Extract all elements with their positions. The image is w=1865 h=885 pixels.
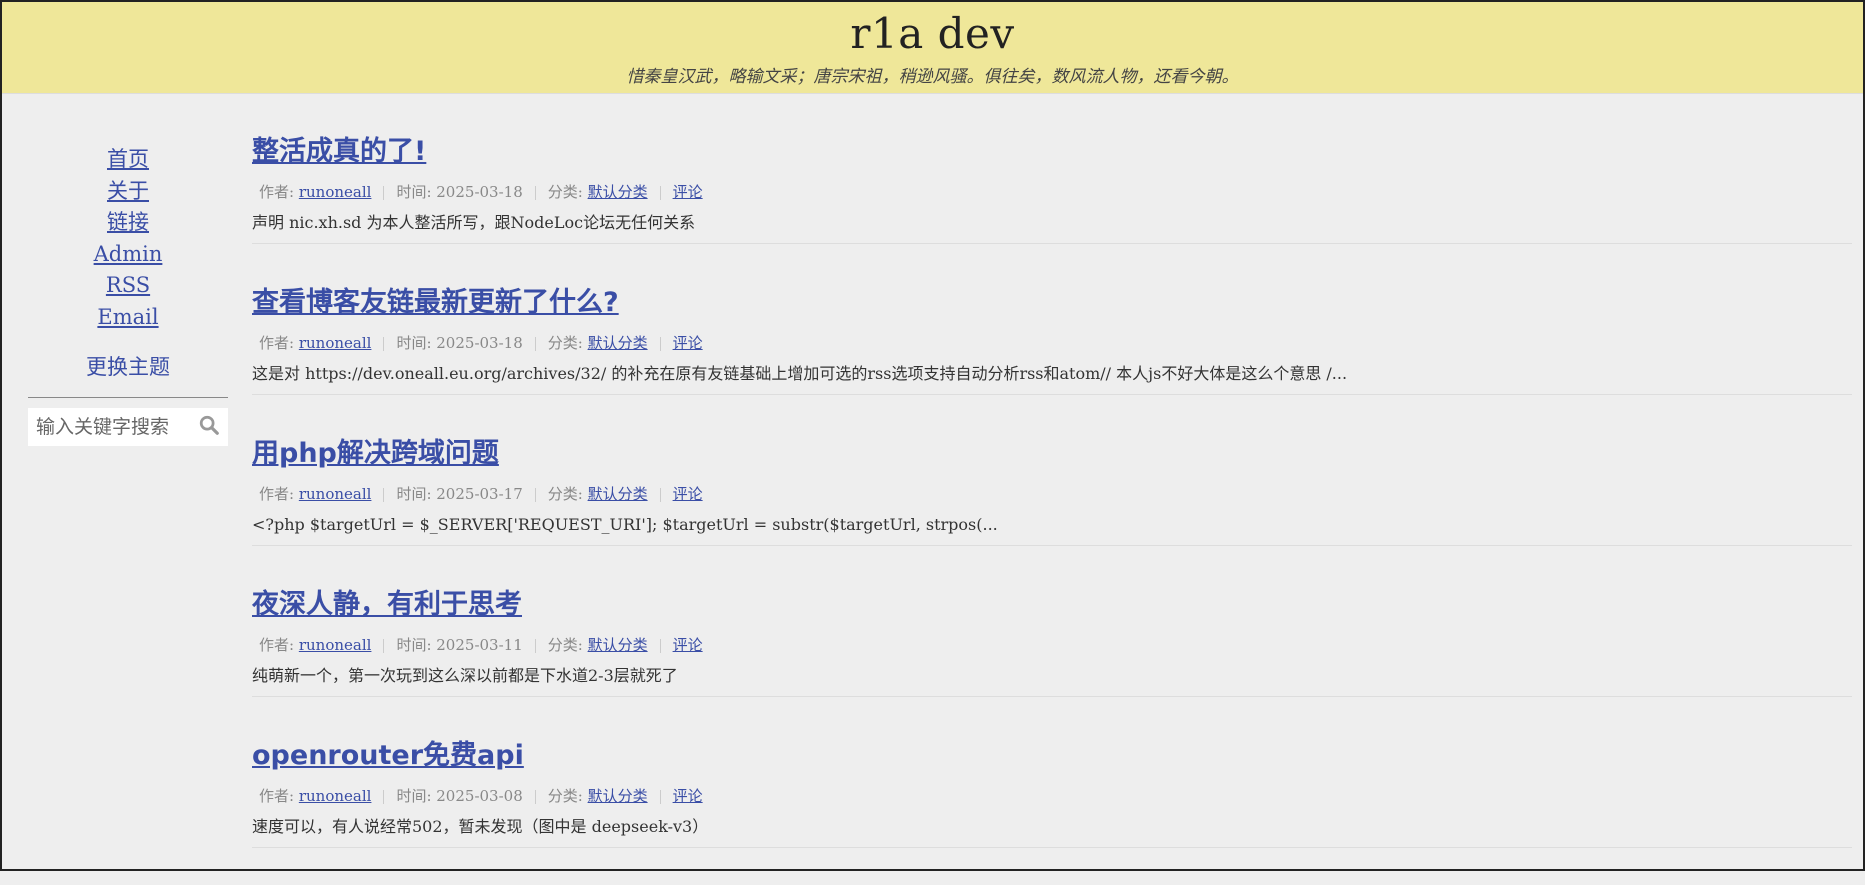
post-item: 查看博客友链最新更新了什么? 作者: runoneall 时间: 2025-03-…	[252, 281, 1852, 395]
meta-separator	[534, 790, 536, 804]
post-meta: 作者: runoneall 时间: 2025-03-18 分类: 默认分类 评论	[252, 331, 1852, 355]
meta-separator	[659, 337, 661, 351]
nav-link-home[interactable]: 首页	[28, 144, 228, 176]
sidebar-divider	[28, 396, 228, 398]
post-item: 夜深人静，有利于思考 作者: runoneall 时间: 2025-03-11 分类…	[252, 583, 1852, 697]
meta-separator	[659, 488, 661, 502]
change-theme-link[interactable]: 更换主题	[28, 352, 228, 383]
author-label: 作者:	[259, 485, 299, 503]
post-excerpt: 纯萌新一个，第一次玩到这么深以前都是下水道2-3层就死了	[252, 666, 678, 685]
post-title[interactable]: 夜深人静，有利于思考	[252, 583, 522, 627]
author-label: 作者:	[259, 183, 299, 201]
nav-link-email[interactable]: Email	[28, 302, 228, 334]
nav-link-about[interactable]: 关于	[28, 176, 228, 208]
time-label: 时间:	[396, 485, 437, 503]
nav-link-links[interactable]: 链接	[28, 207, 228, 239]
search-input[interactable]	[34, 414, 198, 439]
time-label: 时间:	[396, 787, 437, 805]
post-author-link[interactable]: runoneall	[299, 183, 372, 201]
meta-separator	[659, 790, 661, 804]
category-label: 分类:	[547, 787, 588, 805]
post-excerpt: 这是对 https://dev.oneall.eu.org/archives/3…	[252, 364, 1348, 383]
post-item: 整活成真的了! 作者: runoneall 时间: 2025-03-18 分类: 默…	[252, 130, 1852, 244]
time-label: 时间:	[396, 334, 437, 352]
post-comments-link[interactable]: 评论	[673, 636, 703, 654]
post-excerpt: <?php $targetUrl = $_SERVER['REQUEST_URI…	[252, 515, 998, 534]
post-author-link[interactable]: runoneall	[299, 787, 372, 805]
post-author-link[interactable]: runoneall	[299, 485, 372, 503]
post-author-link[interactable]: runoneall	[299, 334, 372, 352]
time-label: 时间:	[396, 183, 437, 201]
author-label: 作者:	[259, 787, 299, 805]
post-meta: 作者: runoneall 时间: 2025-03-18 分类: 默认分类 评论	[252, 180, 1852, 204]
meta-separator	[383, 488, 385, 502]
search-box	[28, 407, 228, 446]
site-header: r1a dev 惜秦皇汉武，略输文采；唐宗宋祖，稍逊风骚。俱往矣，数风流人物，还…	[2, 2, 1863, 94]
post-comments-link[interactable]: 评论	[673, 183, 703, 201]
site-title[interactable]: r1a dev	[2, 2, 1863, 56]
post-list: 整活成真的了! 作者: runoneall 时间: 2025-03-18 分类: 默…	[252, 130, 1852, 885]
author-label: 作者:	[259, 636, 299, 654]
post-item: openrouter免费api 作者: runoneall 时间: 2025-03…	[252, 734, 1852, 848]
post-category-link[interactable]: 默认分类	[588, 787, 648, 805]
post-category-link[interactable]: 默认分类	[588, 334, 648, 352]
post-category-link[interactable]: 默认分类	[588, 485, 648, 503]
post-item: 用php解决跨域问题 作者: runoneall 时间: 2025-03-17 分类…	[252, 432, 1852, 546]
meta-separator	[383, 790, 385, 804]
meta-separator	[383, 639, 385, 653]
post-date: 2025-03-18	[436, 183, 523, 201]
post-meta: 作者: runoneall 时间: 2025-03-17 分类: 默认分类 评论	[252, 482, 1852, 506]
meta-separator	[383, 337, 385, 351]
post-excerpt: 速度可以，有人说经常502，暂未发现（图中是 deepseek-v3）	[252, 817, 709, 836]
post-meta: 作者: runoneall 时间: 2025-03-11 分类: 默认分类 评论	[252, 633, 1852, 657]
nav-link-rss[interactable]: RSS	[28, 270, 228, 302]
sidebar: 首页 关于 链接 Admin RSS Email 更换主题	[28, 144, 228, 446]
category-label: 分类:	[547, 636, 588, 654]
meta-separator	[534, 639, 536, 653]
post-date: 2025-03-17	[436, 485, 523, 503]
post-excerpt: 声明 nic.xh.sd 为本人整活所写，跟NodeLoc论坛无任何关系	[252, 213, 696, 232]
category-label: 分类:	[547, 334, 588, 352]
post-comments-link[interactable]: 评论	[673, 485, 703, 503]
category-label: 分类:	[547, 485, 588, 503]
post-category-link[interactable]: 默认分类	[588, 183, 648, 201]
meta-separator	[659, 639, 661, 653]
post-title[interactable]: 整活成真的了!	[252, 130, 426, 174]
post-title[interactable]: 用php解决跨域问题	[252, 432, 499, 476]
post-comments-link[interactable]: 评论	[673, 787, 703, 805]
post-title[interactable]: openrouter免费api	[252, 734, 524, 778]
post-date: 2025-03-18	[436, 334, 523, 352]
author-label: 作者:	[259, 334, 299, 352]
meta-separator	[534, 488, 536, 502]
post-meta: 作者: runoneall 时间: 2025-03-08 分类: 默认分类 评论	[252, 784, 1852, 808]
post-category-link[interactable]: 默认分类	[588, 636, 648, 654]
post-author-link[interactable]: runoneall	[299, 636, 372, 654]
meta-separator	[659, 186, 661, 200]
post-date: 2025-03-11	[436, 636, 523, 654]
meta-separator	[534, 337, 536, 351]
category-label: 分类:	[547, 183, 588, 201]
post-date: 2025-03-08	[436, 787, 523, 805]
meta-separator	[534, 186, 536, 200]
nav-link-admin[interactable]: Admin	[28, 239, 228, 271]
search-icon[interactable]	[198, 414, 220, 440]
time-label: 时间:	[396, 636, 437, 654]
meta-separator	[383, 186, 385, 200]
site-description: 惜秦皇汉武，略输文采；唐宗宋祖，稍逊风骚。俱往矣，数风流人物，还看今朝。	[626, 67, 1239, 87]
post-comments-link[interactable]: 评论	[673, 334, 703, 352]
post-title[interactable]: 查看博客友链最新更新了什么?	[252, 281, 619, 325]
